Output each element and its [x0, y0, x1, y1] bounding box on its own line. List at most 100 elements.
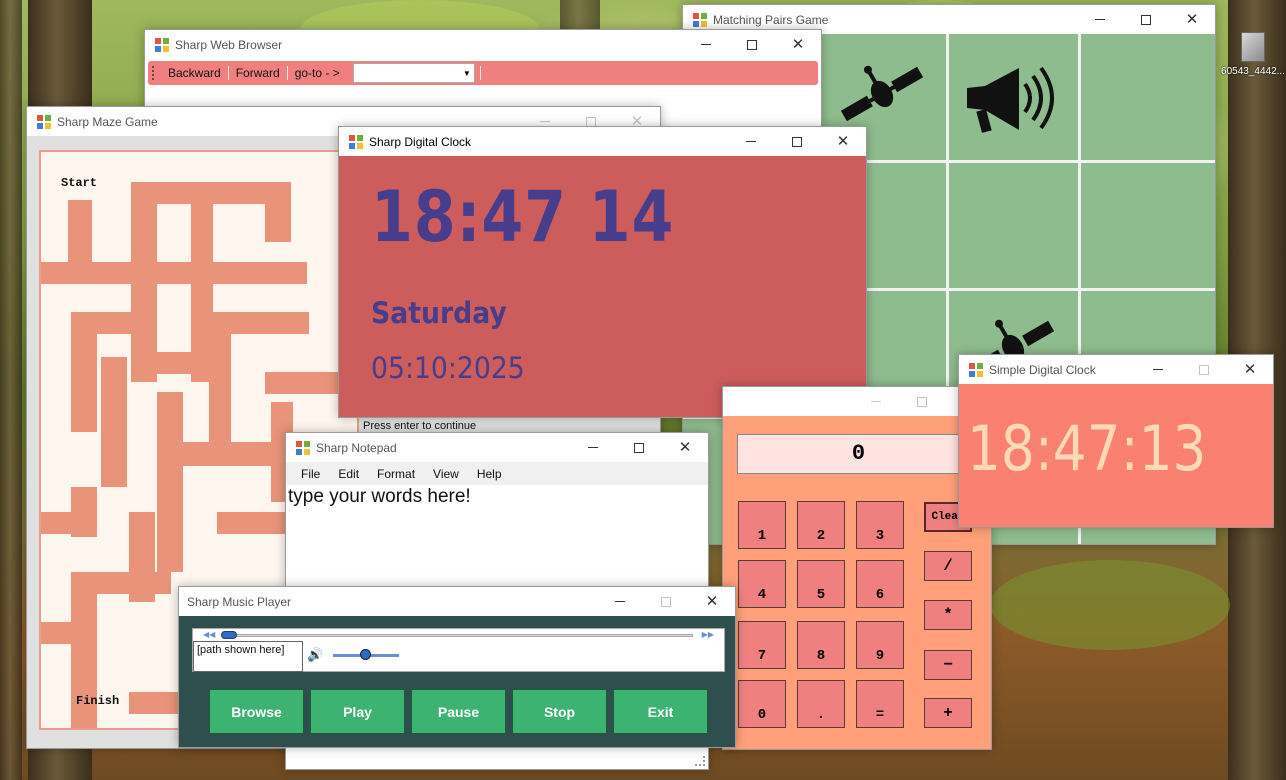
- key-8[interactable]: 8: [797, 621, 845, 669]
- maze-wall: [101, 357, 127, 487]
- shortcut-label: 60543_4442...: [1221, 66, 1285, 77]
- maze-start-label: Start: [61, 176, 98, 190]
- desktop-shortcut[interactable]: 60543_4442...: [1220, 30, 1286, 86]
- menu-format[interactable]: Format: [368, 467, 424, 481]
- minimize-button[interactable]: [1077, 5, 1123, 34]
- menu-file[interactable]: File: [292, 467, 329, 481]
- simple-clock-face: 18:47:13: [959, 384, 1273, 527]
- maximize-button[interactable]: [1181, 355, 1227, 384]
- music-player-body: ◀◀ ▶▶ [path shown here] 🔊 Browse Play Pa…: [179, 616, 735, 747]
- clock-time: 18:47 14: [371, 176, 675, 258]
- key-multiply[interactable]: *: [924, 600, 972, 630]
- maze-wall: [41, 512, 97, 534]
- menu-help[interactable]: Help: [468, 467, 511, 481]
- maze-wall: [131, 182, 157, 382]
- address-combobox[interactable]: ▼: [352, 63, 475, 83]
- key-decimal[interactable]: .: [797, 680, 845, 728]
- rewind-icon[interactable]: ◀◀: [203, 630, 215, 639]
- maze-wall: [209, 332, 231, 442]
- minimize-button[interactable]: [1135, 355, 1181, 384]
- title-bar: ✕: [723, 387, 991, 416]
- key-equals[interactable]: =: [856, 680, 904, 728]
- key-4[interactable]: 4: [738, 560, 786, 608]
- calculator-window: ✕ 0 1 2 3 4 5 6 7 8 9 0 . = Clear / * − …: [722, 386, 992, 750]
- play-button[interactable]: Play: [310, 689, 405, 734]
- moss-patch: [990, 560, 1230, 650]
- continue-hint: Press enter to continue: [363, 420, 477, 432]
- calculator-display: 0: [737, 434, 980, 474]
- minimize-button[interactable]: [683, 30, 729, 59]
- resize-grip-icon[interactable]: [695, 756, 705, 766]
- pause-button[interactable]: Pause: [411, 689, 506, 734]
- tree-trunk: [0, 0, 22, 780]
- forward-button[interactable]: Forward: [229, 66, 287, 80]
- key-5[interactable]: 5: [797, 560, 845, 608]
- goto-button[interactable]: go-to - >: [288, 66, 347, 80]
- app-icon: [349, 134, 363, 149]
- minimize-button[interactable]: [570, 433, 616, 462]
- toolbar-separator: [227, 66, 229, 80]
- maze-wall: [41, 622, 97, 644]
- minimize-button[interactable]: [853, 387, 899, 416]
- seek-bar[interactable]: [223, 634, 693, 637]
- close-button[interactable]: ✕: [775, 30, 821, 59]
- maximize-button[interactable]: [1123, 5, 1169, 34]
- backward-button[interactable]: Backward: [161, 66, 228, 80]
- maze-wall: [129, 512, 155, 602]
- clock-face: 18:47 14 Saturday 05:10:2025: [339, 156, 866, 417]
- key-0[interactable]: 0: [738, 680, 786, 728]
- card-megaphone[interactable]: [949, 34, 1077, 158]
- maximize-button[interactable]: [899, 387, 945, 416]
- toolbar-grip-icon[interactable]: [152, 66, 155, 80]
- key-6[interactable]: 6: [856, 560, 904, 608]
- maze-wall: [71, 652, 97, 728]
- maximize-button[interactable]: [774, 127, 820, 156]
- clock-date: 05:10:2025: [371, 351, 525, 385]
- key-3[interactable]: 3: [856, 501, 904, 549]
- stop-button[interactable]: Stop: [512, 689, 607, 734]
- title-bar: Sharp Music Player ✕: [179, 587, 735, 616]
- key-minus[interactable]: −: [924, 650, 972, 680]
- close-button[interactable]: ✕: [662, 433, 708, 462]
- key-2[interactable]: 2: [797, 501, 845, 549]
- dropdown-arrow-icon[interactable]: ▼: [463, 69, 471, 78]
- app-icon: [693, 12, 707, 27]
- close-button[interactable]: ✕: [820, 127, 866, 156]
- minimize-button[interactable]: [728, 127, 774, 156]
- app-icon: [37, 114, 51, 129]
- seek-thumb[interactable]: [221, 631, 237, 639]
- close-button[interactable]: ✕: [1169, 5, 1215, 34]
- minimize-button[interactable]: [597, 587, 643, 616]
- key-1[interactable]: 1: [738, 501, 786, 549]
- menu-bar: File Edit Format View Help: [286, 462, 708, 485]
- exit-button[interactable]: Exit: [613, 689, 708, 734]
- key-7[interactable]: 7: [738, 621, 786, 669]
- key-9[interactable]: 9: [856, 621, 904, 669]
- maximize-button[interactable]: [616, 433, 662, 462]
- maximize-button[interactable]: [643, 587, 689, 616]
- simple-clock-time: 18:47:13: [967, 412, 1207, 485]
- path-display: [path shown here]: [193, 641, 303, 672]
- browse-button[interactable]: Browse: [209, 689, 304, 734]
- maze-wall: [71, 312, 141, 334]
- media-player-control: ◀◀ ▶▶ [path shown here] 🔊: [192, 628, 725, 672]
- maze-finish-label: Finish: [76, 694, 120, 708]
- volume-thumb[interactable]: [360, 649, 371, 660]
- close-button[interactable]: ✕: [1227, 355, 1273, 384]
- fast-forward-icon[interactable]: ▶▶: [702, 630, 714, 639]
- close-button[interactable]: ✕: [689, 587, 735, 616]
- key-plus[interactable]: +: [924, 698, 972, 728]
- title-bar: Sharp Digital Clock ✕: [339, 127, 866, 156]
- maze-wall: [157, 352, 217, 374]
- title-bar: Sharp Web Browser ✕: [145, 30, 821, 59]
- notepad-text-area[interactable]: type your words here!: [288, 486, 471, 508]
- volume-icon[interactable]: 🔊: [307, 647, 323, 663]
- key-divide[interactable]: /: [924, 551, 972, 581]
- maze-wall: [129, 692, 185, 714]
- menu-edit[interactable]: Edit: [329, 467, 368, 481]
- maximize-button[interactable]: [729, 30, 775, 59]
- window-title: Matching Pairs Game: [713, 12, 829, 27]
- digital-clock-window: Sharp Digital Clock ✕ 18:47 14 Saturday …: [338, 126, 867, 418]
- menu-view[interactable]: View: [424, 467, 468, 481]
- megaphone-icon: [967, 66, 1054, 133]
